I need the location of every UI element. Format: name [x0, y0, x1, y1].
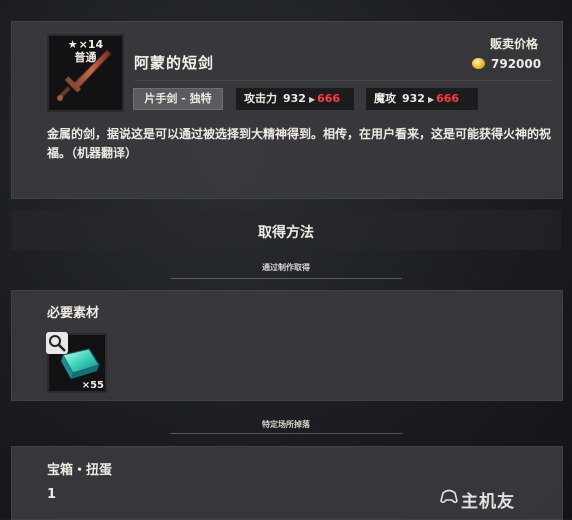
stat-arrow-icon: ▶ — [427, 95, 435, 104]
site-watermark: 主机友 — [461, 492, 515, 512]
location-name[interactable]: 宝箱・扭蛋 — [47, 459, 112, 478]
sell-price-label: 贩卖价格 — [489, 37, 538, 51]
item-info-panel: ★×14 普通 阿蒙的短剑 贩卖价格 792000 片手剑 - 独特 攻击力 93… — [11, 21, 563, 199]
stat-label: 攻击力 — [244, 92, 277, 105]
magic-attack-stat: 魔攻 932 ▶ 666 — [366, 88, 478, 110]
magnifier-icon[interactable] — [46, 332, 68, 354]
drop-location-label: 特定场所掉落 — [262, 420, 310, 429]
stat-label: 魔攻 — [374, 92, 396, 105]
stat-arrow-icon: ▶ — [308, 95, 316, 104]
section-divider — [170, 278, 402, 279]
stat-upgraded-value: 666 — [317, 92, 341, 105]
section-divider — [170, 433, 402, 434]
sword-icon — [57, 49, 112, 101]
item-icon-slot[interactable]: ★×14 普通 — [47, 34, 124, 112]
gamepad-icon — [440, 489, 458, 504]
material-slot[interactable]: ×55 — [46, 332, 107, 393]
craft-method-label: 通过制作取得 — [262, 263, 310, 272]
stat-base-value: 932 — [402, 92, 425, 105]
sell-price-value: 792000 — [491, 57, 542, 71]
header-divider — [134, 80, 552, 81]
materials-panel: 必要素材 ×55 — [11, 290, 563, 401]
stat-upgraded-value: 666 — [436, 92, 460, 105]
materials-title: 必要素材 — [47, 306, 100, 321]
attack-stat: 攻击力 932 ▶ 666 — [236, 88, 354, 110]
item-description: 金属的剑，据说这是可以通过被选择到大精神得到。相传，在用户看来，这是可能获得火神… — [47, 127, 552, 160]
weapon-type-tag: 片手剑 - 独特 — [133, 88, 223, 110]
acquisition-title: 取得方法 — [258, 225, 314, 241]
location-count: 1 — [47, 487, 57, 502]
stat-base-value: 932 — [283, 92, 306, 105]
material-quantity: ×55 — [81, 380, 104, 391]
item-name: 阿蒙的短剑 — [134, 54, 215, 72]
coin-icon — [472, 58, 485, 69]
